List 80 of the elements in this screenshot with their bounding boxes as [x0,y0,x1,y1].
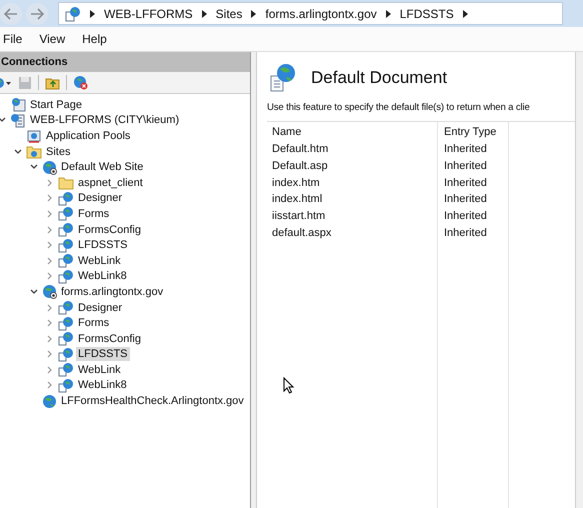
globe-page-icon [58,222,74,238]
tree-item[interactable]: LFFormsHealthCheck.Arlingtontx.gov [59,394,246,408]
folder-up-icon[interactable] [45,76,60,90]
globe-page-icon [58,190,74,206]
tree-item[interactable]: Start Page [28,98,84,112]
save-icon[interactable] [18,76,32,90]
globe-icon [42,394,57,409]
menu-item[interactable]: View [39,32,66,46]
forward-arrow-icon [30,8,44,20]
tree-item[interactable]: WebLink [76,254,123,268]
tree-item[interactable]: WEB-LFFORMS (CITY\kieum) [28,113,182,128]
menu-item[interactable]: File [3,32,22,46]
globe-page-icon [58,300,74,316]
globe-page-icon [58,206,74,222]
globe-page-icon [269,62,297,94]
globe-page-icon [58,316,74,331]
tree-item[interactable]: Forms [76,206,112,221]
chevron-icon [251,10,256,18]
table-cell: Inherited [437,158,508,174]
pane-header: Connections [0,52,250,72]
back-arrow-icon [4,8,18,20]
tree-item[interactable]: LFDSSTS [76,347,130,362]
breadcrumb-item[interactable]: Sites [216,6,242,20]
tree-item[interactable]: WebLink8 [76,378,129,392]
breadcrumb-item[interactable]: LFDSSTS [400,6,454,20]
breadcrumb-item[interactable]: forms.arlingtontx.gov [265,6,377,20]
server-icon [10,112,26,128]
chevron-icon [386,10,391,18]
table-cell: Inherited [437,141,508,158]
table-cell: Inherited [437,191,508,208]
address-bar[interactable]: WEB-LFFORMS Sites forms.arlingtontx.gov LFDSSTS [58,2,563,25]
globe-site-icon [42,284,57,300]
page-title: Default Document [311,68,448,88]
globe-page-icon [58,253,74,268]
folder-globe-icon [26,144,42,159]
menu-item[interactable]: Help [82,32,107,46]
column-header[interactable]: Entry Type [437,122,508,141]
globe-page-icon [58,268,74,284]
tree-item[interactable]: Designer [76,300,124,315]
tree-item[interactable]: Forms [76,316,112,330]
tree-item[interactable]: Designer [76,191,124,206]
globe-page-icon [58,346,74,362]
start-page-icon [10,97,26,112]
tree-item[interactable]: Default Web Site [59,160,146,174]
table-cell: Inherited [437,174,508,192]
tree-item[interactable]: Application Pools [44,128,132,143]
table-cell-text: Default.htm [271,142,330,158]
tree-item[interactable]: Sites [44,144,72,159]
tree-item[interactable]: WebLink8 [76,269,129,284]
tree-item[interactable]: WebLink [76,362,123,377]
app-pool-icon [26,128,42,144]
table-cell-text: index.html [271,192,324,208]
globe-remove-icon[interactable] [73,75,88,90]
chevron-icon [462,10,468,18]
globe-page-icon [58,362,74,378]
globe-page-icon [58,331,74,346]
chevron-icon [90,10,95,18]
folder-icon [58,176,74,190]
tree-item[interactable]: LFDSSTS [76,238,130,252]
tree-item[interactable]: FormsConfig [76,332,143,346]
globe-page-icon [58,378,74,393]
mouse-pointer-icon [283,377,294,394]
chevron-icon [202,10,207,18]
table-cell: Inherited [437,208,508,224]
tree-item[interactable]: aspnet_client [76,176,145,190]
table-cell: Inherited [437,224,508,242]
table-cell-text: default.aspx [271,226,332,241]
globe-page-icon [58,238,74,253]
table-cell-text: index.htm [271,176,321,191]
globe-site-icon [42,160,57,175]
globe-page-icon [65,6,81,22]
description-text: Use this feature to specify the default file(s) to return when a clie [267,102,531,113]
tree-item[interactable]: FormsConfig [76,222,143,237]
column-header[interactable]: Name [267,122,437,141]
forward-button[interactable] [26,2,48,24]
table-cell-text: iisstart.htm [271,209,326,224]
tree-item[interactable]: forms.arlingtontx.gov [59,284,166,299]
table-cell-text: Default.asp [271,159,329,174]
breadcrumb-item[interactable]: WEB-LFFORMS [104,6,193,20]
back-button[interactable] [0,2,22,24]
